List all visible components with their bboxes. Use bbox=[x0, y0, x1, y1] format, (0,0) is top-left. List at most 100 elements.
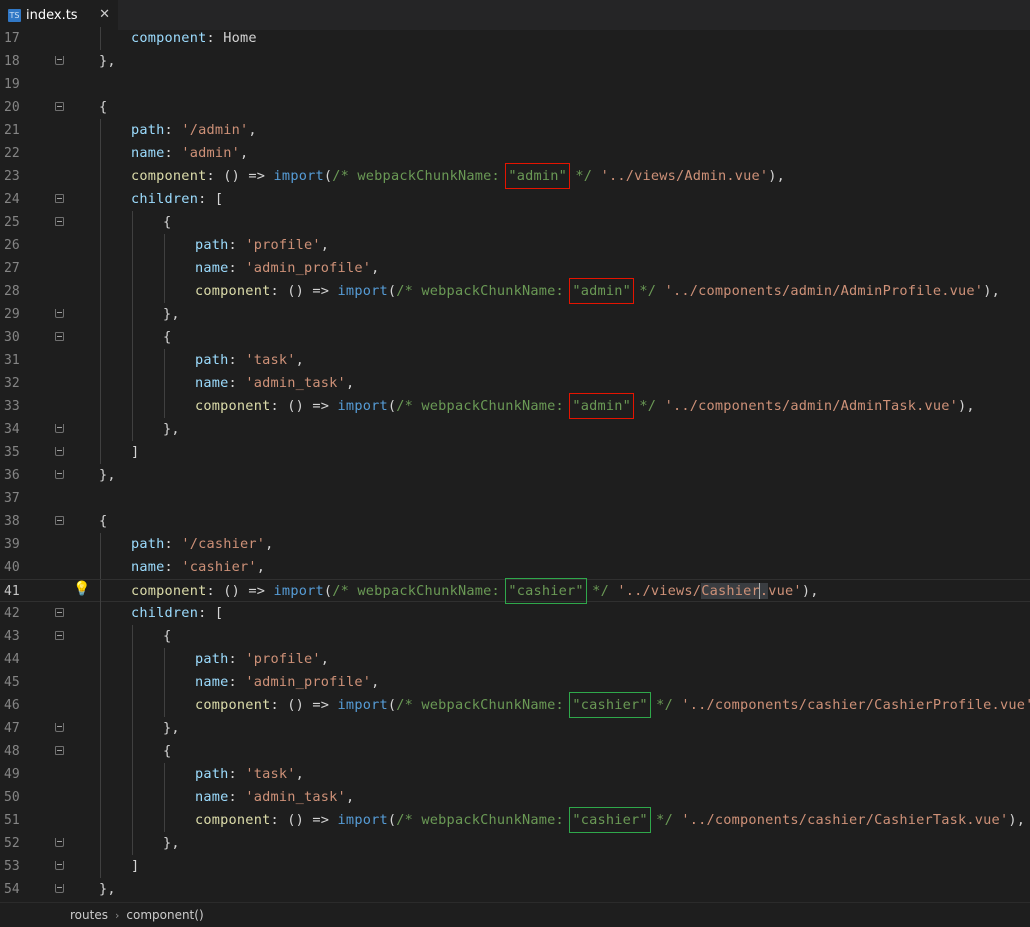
line-number: 42 bbox=[4, 606, 20, 621]
code-text: path: 'profile', bbox=[195, 234, 329, 257]
code-line[interactable]: 25 { bbox=[0, 211, 1030, 234]
code-token: path bbox=[195, 766, 229, 782]
code-editor[interactable]: 17 component: Home 18}, 19 20 {21 path: '/admi… bbox=[0, 27, 1030, 901]
line-number: 46 bbox=[4, 698, 20, 713]
code-text: name: 'cashier', bbox=[131, 556, 265, 579]
code-token: , bbox=[248, 122, 257, 138]
code-line[interactable]: 23 component: () => import(/* webpackChun… bbox=[0, 163, 1030, 189]
code-line[interactable]: 44 path: 'profile', bbox=[0, 648, 1030, 671]
code-line[interactable]: 30 { bbox=[0, 326, 1030, 349]
code-line[interactable]: 35] bbox=[0, 441, 1030, 464]
indent-guide bbox=[132, 763, 133, 786]
code-line[interactable]: 24 children: [ bbox=[0, 188, 1030, 211]
code-text: }, bbox=[99, 878, 116, 901]
code-line[interactable]: 39 path: '/cashier', bbox=[0, 533, 1030, 556]
code-line[interactable]: 43 { bbox=[0, 625, 1030, 648]
line-number: 26 bbox=[4, 238, 20, 253]
lightbulb-icon[interactable]: 💡 bbox=[73, 581, 90, 597]
fold-toggle-icon[interactable] bbox=[55, 194, 64, 203]
code-line[interactable]: 38 { bbox=[0, 510, 1030, 533]
code-line[interactable]: 37 bbox=[0, 487, 1030, 510]
code-token: { bbox=[99, 99, 108, 115]
code-line[interactable]: 45 name: 'admin_profile', bbox=[0, 671, 1030, 694]
code-token: }, bbox=[99, 467, 116, 483]
fold-toggle-icon[interactable] bbox=[55, 56, 64, 65]
code-line[interactable]: 51 component: () => import(/* webpackChun… bbox=[0, 807, 1030, 833]
code-line[interactable]: 47}, bbox=[0, 717, 1030, 740]
code-line[interactable]: 33 component: () => import(/* webpackChun… bbox=[0, 393, 1030, 419]
code-line[interactable]: 22 name: 'admin', bbox=[0, 142, 1030, 165]
code-text: name: 'admin_task', bbox=[195, 786, 354, 809]
code-line[interactable]: 18}, bbox=[0, 50, 1030, 73]
fold-toggle-icon[interactable] bbox=[55, 516, 64, 525]
fold-toggle-icon[interactable] bbox=[55, 102, 64, 111]
fold-toggle-icon[interactable] bbox=[55, 309, 64, 318]
fold-toggle-icon[interactable] bbox=[55, 884, 64, 893]
code-line[interactable]: 54}, bbox=[0, 878, 1030, 901]
code-token: 'admin_task' bbox=[245, 789, 346, 805]
indent-guide bbox=[164, 694, 165, 717]
fold-toggle-icon[interactable] bbox=[55, 746, 64, 755]
line-number: 29 bbox=[4, 307, 20, 322]
code-line[interactable]: 52}, bbox=[0, 832, 1030, 855]
code-token: ), bbox=[768, 168, 786, 184]
code-token: /* webpackChunkName: bbox=[396, 283, 573, 299]
code-line[interactable]: 42 children: [ bbox=[0, 602, 1030, 625]
code-token: { bbox=[163, 214, 172, 230]
fold-toggle-icon[interactable] bbox=[55, 723, 64, 732]
indent-guide bbox=[132, 694, 133, 717]
fold-toggle-icon[interactable] bbox=[55, 838, 64, 847]
indent-guide bbox=[164, 372, 165, 395]
fold-toggle-icon[interactable] bbox=[55, 217, 64, 226]
code-line[interactable]: 53] bbox=[0, 855, 1030, 878]
code-line[interactable]: 49 path: 'task', bbox=[0, 763, 1030, 786]
fold-toggle-icon[interactable] bbox=[55, 447, 64, 456]
line-number: 45 bbox=[4, 675, 20, 690]
code-token: '../components/admin/AdminProfile.vue' bbox=[664, 283, 984, 299]
code-line[interactable]: 21 path: '/admin', bbox=[0, 119, 1030, 142]
breadcrumb-item-routes[interactable]: routes bbox=[70, 908, 108, 922]
code-token: , bbox=[345, 789, 355, 805]
indent-guide bbox=[100, 27, 101, 50]
code-line[interactable]: 17 component: Home bbox=[0, 27, 1030, 50]
breadcrumb-item-component[interactable]: component() bbox=[126, 908, 203, 922]
code-line[interactable]: 48 { bbox=[0, 740, 1030, 763]
code-line[interactable]: 26 path: 'profile', bbox=[0, 234, 1030, 257]
code-line[interactable]: 31 path: 'task', bbox=[0, 349, 1030, 372]
fold-toggle-icon[interactable] bbox=[55, 332, 64, 341]
code-token: '../views/Admin.vue' bbox=[600, 168, 769, 184]
line-number: 52 bbox=[4, 836, 20, 851]
code-line[interactable]: 27 name: 'admin_profile', bbox=[0, 257, 1030, 280]
code-line[interactable]: 50 name: 'admin_task', bbox=[0, 786, 1030, 809]
fold-toggle-icon[interactable] bbox=[55, 424, 64, 433]
code-line[interactable]: 32 name: 'admin_task', bbox=[0, 372, 1030, 395]
chunk-name-highlight-green: "cashier" bbox=[569, 807, 651, 833]
code-token: : bbox=[164, 559, 182, 575]
code-line[interactable]: 46 component: () => import(/* webpackChun… bbox=[0, 692, 1030, 718]
line-number: 20 bbox=[4, 100, 20, 115]
indent-guide bbox=[132, 740, 133, 763]
fold-toggle-icon[interactable] bbox=[55, 861, 64, 870]
code-line[interactable]: 40 name: 'cashier', bbox=[0, 556, 1030, 579]
code-line[interactable]: 19 bbox=[0, 73, 1030, 96]
fold-toggle-icon[interactable] bbox=[55, 631, 64, 640]
fold-toggle-icon[interactable] bbox=[55, 608, 64, 617]
code-line[interactable]: 41 💡 component: () => import(/* webpackChu… bbox=[0, 578, 1030, 604]
code-line[interactable]: 20 { bbox=[0, 96, 1030, 119]
code-token: name bbox=[195, 674, 229, 690]
code-line[interactable]: 28 component: () => import(/* webpackChun… bbox=[0, 278, 1030, 304]
fold-toggle-icon[interactable] bbox=[55, 470, 64, 479]
code-text: name: 'admin', bbox=[131, 142, 248, 165]
code-text: name: 'admin_profile', bbox=[195, 671, 379, 694]
code-token: : bbox=[164, 145, 182, 161]
close-icon[interactable]: ✕ bbox=[99, 7, 110, 22]
code-token: name bbox=[195, 789, 229, 805]
code-line[interactable]: 29}, bbox=[0, 303, 1030, 326]
code-token: 'profile' bbox=[245, 651, 321, 667]
code-line[interactable]: 36}, bbox=[0, 464, 1030, 487]
code-token: vue' bbox=[768, 583, 802, 599]
code-token: '/admin' bbox=[181, 122, 249, 138]
code-line[interactable]: 34}, bbox=[0, 418, 1030, 441]
indent-guide bbox=[100, 234, 101, 257]
